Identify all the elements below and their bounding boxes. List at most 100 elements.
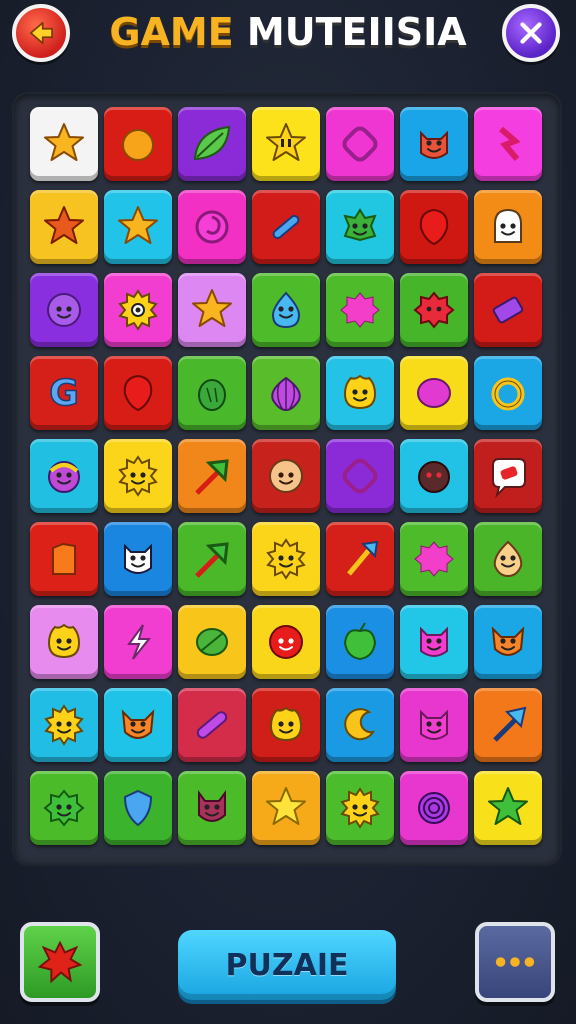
more-button[interactable] — [475, 922, 555, 1002]
svg-text:G: G — [49, 373, 79, 414]
board-tile[interactable] — [104, 439, 172, 513]
apple-icon — [343, 622, 377, 661]
board-tile[interactable] — [474, 107, 542, 181]
board-tile[interactable] — [104, 107, 172, 181]
close-button[interactable] — [502, 4, 560, 62]
board-tile[interactable] — [400, 273, 468, 347]
board-tile[interactable] — [400, 190, 468, 264]
board-tile[interactable] — [252, 771, 320, 845]
board-tile[interactable] — [30, 605, 98, 679]
leaf-green-icon — [196, 628, 228, 656]
star-red-icon — [44, 206, 84, 244]
board-tile[interactable] — [252, 356, 320, 430]
board-tile[interactable] — [400, 522, 468, 596]
ghost-cat-icon — [124, 543, 152, 574]
board-tile[interactable] — [30, 190, 98, 264]
board-tile[interactable] — [30, 522, 98, 596]
board-tile[interactable] — [326, 107, 394, 181]
board-tile[interactable] — [30, 439, 98, 513]
board-tile[interactable] — [30, 688, 98, 762]
board-tile[interactable] — [104, 356, 172, 430]
drop-face-icon — [271, 291, 301, 329]
board-tile[interactable] — [252, 439, 320, 513]
board-tile[interactable] — [326, 688, 394, 762]
pink-blob-icon — [340, 292, 380, 328]
board-tile[interactable] — [400, 688, 468, 762]
board-tile[interactable] — [178, 439, 246, 513]
leaf-icon — [193, 125, 231, 161]
pink-blob-icon — [414, 541, 454, 577]
board-tile[interactable] — [104, 605, 172, 679]
board-tile[interactable] — [252, 688, 320, 762]
board-tile[interactable] — [178, 356, 246, 430]
fox-icon — [491, 626, 525, 656]
board-tile[interactable] — [252, 605, 320, 679]
board-tile[interactable] — [474, 605, 542, 679]
more-dots-icon — [495, 957, 535, 967]
board-tile[interactable] — [178, 273, 246, 347]
board-tile[interactable] — [252, 522, 320, 596]
star-face-icon — [266, 123, 306, 161]
board-tile[interactable] — [178, 190, 246, 264]
board-tile[interactable] — [326, 190, 394, 264]
orange-block-icon — [52, 542, 76, 575]
board-tile[interactable] — [252, 190, 320, 264]
board-tile[interactable] — [104, 688, 172, 762]
board-tile[interactable] — [326, 273, 394, 347]
board-tile[interactable] — [104, 522, 172, 596]
board-tile[interactable] — [104, 190, 172, 264]
board-tile[interactable] — [474, 522, 542, 596]
board-tile[interactable] — [178, 522, 246, 596]
star-icon — [44, 123, 84, 161]
green-face-icon — [43, 789, 85, 827]
board-tile[interactable]: G — [30, 356, 98, 430]
puzzle-button[interactable]: PUZAIE — [178, 930, 396, 1000]
star-yellow-icon — [266, 787, 306, 825]
devil-icon — [198, 790, 226, 822]
board-tile[interactable] — [30, 273, 98, 347]
board-tile[interactable] — [474, 688, 542, 762]
board-tile[interactable] — [400, 439, 468, 513]
board-tile[interactable] — [326, 356, 394, 430]
board-tile[interactable] — [104, 273, 172, 347]
pink-cat-icon — [420, 709, 448, 740]
board-tile[interactable] — [30, 107, 98, 181]
board-tile[interactable] — [474, 273, 542, 347]
board-tile[interactable] — [30, 771, 98, 845]
board-tile[interactable] — [252, 273, 320, 347]
power-up-button[interactable] — [20, 922, 100, 1002]
board-tile[interactable] — [400, 356, 468, 430]
board-tile[interactable] — [326, 522, 394, 596]
board-tile[interactable] — [326, 605, 394, 679]
moon-icon — [344, 708, 376, 741]
dark-face-icon — [418, 461, 450, 493]
board-tile[interactable] — [326, 439, 394, 513]
board-tile[interactable] — [178, 605, 246, 679]
board-tile[interactable] — [104, 771, 172, 845]
balloon-icon — [123, 374, 153, 412]
swirl-icon — [195, 210, 229, 244]
board-tile[interactable] — [400, 605, 468, 679]
chat-icon — [492, 458, 526, 499]
shield-icon — [123, 789, 153, 827]
star-green-icon — [488, 787, 528, 825]
board-tile[interactable] — [178, 688, 246, 762]
balloon-icon — [419, 208, 449, 246]
board-tile[interactable] — [474, 356, 542, 430]
onion-icon — [271, 376, 301, 412]
magenta-ball-icon — [417, 378, 451, 408]
board-tile[interactable] — [252, 107, 320, 181]
board-tile[interactable] — [326, 771, 394, 845]
board-tile[interactable] — [474, 439, 542, 513]
board-tile[interactable] — [400, 771, 468, 845]
board-tile[interactable] — [178, 771, 246, 845]
onion-face-icon — [493, 540, 523, 578]
arrow-icon — [195, 542, 229, 578]
board-tile[interactable] — [474, 190, 542, 264]
board-tile[interactable] — [400, 107, 468, 181]
board-tile[interactable] — [178, 107, 246, 181]
skin-face-icon — [269, 459, 303, 493]
sun-face-icon — [266, 538, 306, 580]
board-tile[interactable] — [474, 771, 542, 845]
sun-face-icon — [340, 787, 380, 829]
